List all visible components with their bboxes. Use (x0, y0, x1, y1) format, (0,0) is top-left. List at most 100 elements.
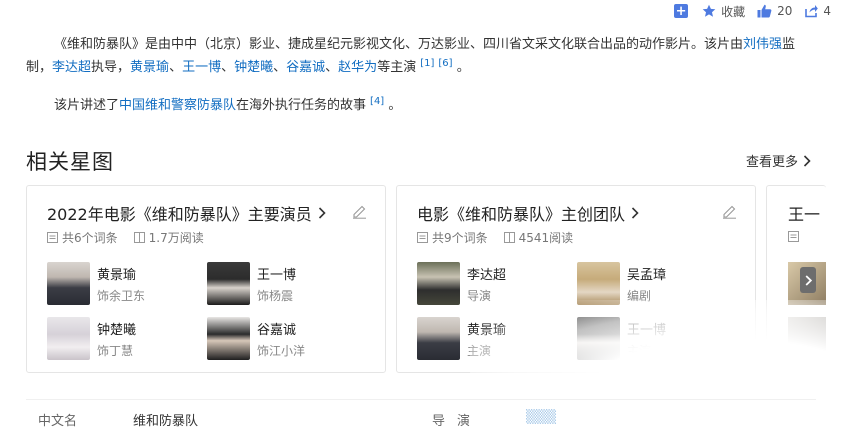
avatar (207, 317, 250, 360)
entries-icon (417, 232, 428, 243)
see-more-label: 查看更多 (746, 155, 799, 170)
cast-link[interactable]: 钟楚曦 (234, 60, 273, 75)
person-name: 谷嘉诚 (257, 323, 297, 338)
person-name: 吴孟璋 (627, 268, 667, 283)
avatar (417, 317, 460, 360)
thumbs-up-icon (757, 4, 772, 18)
summary-text: 。 (456, 60, 470, 75)
chevron-right-icon (803, 154, 811, 167)
director-link[interactable]: 刘伟强 (743, 37, 782, 52)
card-meta: 共6个词条 1.7万阅读 (47, 229, 220, 246)
star-map-card[interactable]: 电影《维和防暴队》主创团队 共9个词条 4541阅读 李达超 导演 吴孟璋 编剧… (396, 185, 756, 373)
card-title-text: 2022年电影《维和防暴队》主要演员 (47, 205, 312, 224)
entries-icon (788, 231, 799, 242)
person-role: 饰杨震 (257, 289, 294, 303)
chevron-right-icon (631, 207, 639, 219)
add-icon[interactable]: + (674, 4, 689, 18)
avatar (577, 262, 620, 305)
chevron-right-icon (318, 207, 326, 219)
card-title-text: 王一 (788, 205, 821, 224)
person-item[interactable]: 黄景瑜 饰余卫东 (47, 262, 197, 306)
summary-text: 执导， (91, 60, 131, 75)
reference-link[interactable]: [1] (420, 58, 434, 69)
reference-link[interactable]: [4] (370, 96, 384, 107)
entry-count: 共9个词条 (432, 231, 488, 245)
edit-icon[interactable] (352, 204, 367, 219)
person-role: 饰丁慧 (97, 344, 134, 358)
favorite-label: 收藏 (721, 4, 746, 19)
separator: 、 (325, 60, 339, 75)
share-count: 4 (823, 4, 831, 18)
summary-text: 在海外执行任务的故事 (236, 98, 367, 113)
avatar (417, 262, 460, 305)
person-role: 饰江小洋 (257, 344, 306, 358)
entries-icon (47, 232, 58, 243)
person-role: 导演 (467, 289, 492, 303)
section-title: 相关星图 (26, 150, 114, 174)
avatar (788, 317, 826, 360)
summary-text: 。 (388, 98, 402, 113)
see-more-link[interactable]: 查看更多 (746, 151, 811, 170)
favorite-button[interactable]: 收藏 (702, 3, 745, 20)
summary-text: 《维和防暴队》是由中中（北京）影业、捷成星纪元影视文化、万达影业、四川省文采文化… (54, 37, 744, 52)
cast-link[interactable]: 谷嘉诚 (286, 60, 325, 75)
person-name: 钟楚曦 (97, 323, 137, 338)
summary-text: 等主演 (377, 60, 417, 75)
card-meta: 共9个词条 4541阅读 (417, 229, 589, 246)
edit-icon[interactable] (722, 204, 737, 219)
entry-count: 共6个词条 (62, 231, 118, 245)
book-icon (133, 232, 145, 243)
card-title[interactable]: 2022年电影《维和防暴队》主要演员 (47, 201, 326, 225)
writer-director-link[interactable]: 李达超 (52, 60, 91, 75)
summary-paragraph: 《维和防暴队》是由中中（北京）影业、捷成星纪元影视文化、万达影业、四川省文采文化… (26, 33, 816, 79)
person-item[interactable]: 王一博 饰杨震 (207, 262, 357, 306)
person-item[interactable]: 吴孟璋 编剧 (577, 262, 727, 306)
reference-link[interactable]: [6] (438, 58, 452, 69)
info-label: 中文名 (38, 414, 78, 429)
card-title-text: 电影《维和防暴队》主创团队 (417, 205, 626, 224)
card-title[interactable]: 电影《维和防暴队》主创团队 (417, 201, 639, 225)
info-label: 导演 (432, 414, 483, 429)
person-name: 王一博 (257, 268, 297, 283)
info-value-link[interactable]: ▒▒▒ (526, 410, 556, 425)
separator: 、 (169, 60, 183, 75)
like-count: 20 (777, 4, 793, 18)
share-button[interactable]: 4 (804, 4, 831, 18)
summary-paragraph: 该片讲述了中国维和警察防暴队在海外执行任务的故事 [4] 。 (26, 94, 816, 117)
cast-link[interactable]: 黄景瑜 (130, 60, 169, 75)
peacekeeping-police-link[interactable]: 中国维和警察防暴队 (119, 98, 236, 113)
person-role: 饰余卫东 (97, 289, 146, 303)
separator: 、 (273, 60, 287, 75)
person-item[interactable]: 谷嘉诚 饰江小洋 (207, 317, 357, 361)
person-name: 黄景瑜 (467, 323, 507, 338)
person-item[interactable]: 王一博 主演 (577, 317, 727, 361)
star-map-card[interactable]: 2022年电影《维和防暴队》主要演员 共6个词条 1.7万阅读 黄景瑜 饰余卫东… (26, 185, 386, 373)
carousel-next-button[interactable] (800, 267, 816, 293)
star-icon (702, 4, 716, 17)
view-count: 1.7万阅读 (148, 231, 204, 245)
chevron-right-icon (805, 274, 812, 286)
view-count: 4541阅读 (518, 231, 574, 245)
like-button[interactable]: 20 (757, 4, 792, 18)
person-name: 黄景瑜 (97, 268, 137, 283)
summary-text: 该片讲述了 (54, 98, 120, 113)
person-role: 主演 (627, 344, 652, 358)
person-item[interactable]: 李达超 导演 (417, 262, 567, 306)
info-value: 维和防暴队 (133, 414, 199, 429)
book-icon (503, 232, 515, 243)
avatar (577, 317, 620, 360)
person-role: 编剧 (627, 289, 652, 303)
avatar (207, 262, 250, 305)
cast-link[interactable]: 赵华为 (338, 60, 377, 75)
share-icon (805, 5, 819, 18)
avatar (47, 262, 90, 305)
cast-link[interactable]: 王一博 (182, 60, 221, 75)
person-item[interactable]: 黄景瑜 主演 (417, 317, 567, 361)
person-role: 主演 (467, 344, 492, 358)
entry-toolbar: + 收藏 20 4 (674, 2, 831, 20)
separator: 、 (221, 60, 235, 75)
basic-info-row: 中文名 维和防暴队 导演 ▒▒▒ (26, 399, 816, 431)
person-item[interactable]: 钟楚曦 饰丁慧 (47, 317, 197, 361)
person-name: 李达超 (467, 268, 507, 283)
star-map-card[interactable]: 王一 (766, 185, 826, 373)
